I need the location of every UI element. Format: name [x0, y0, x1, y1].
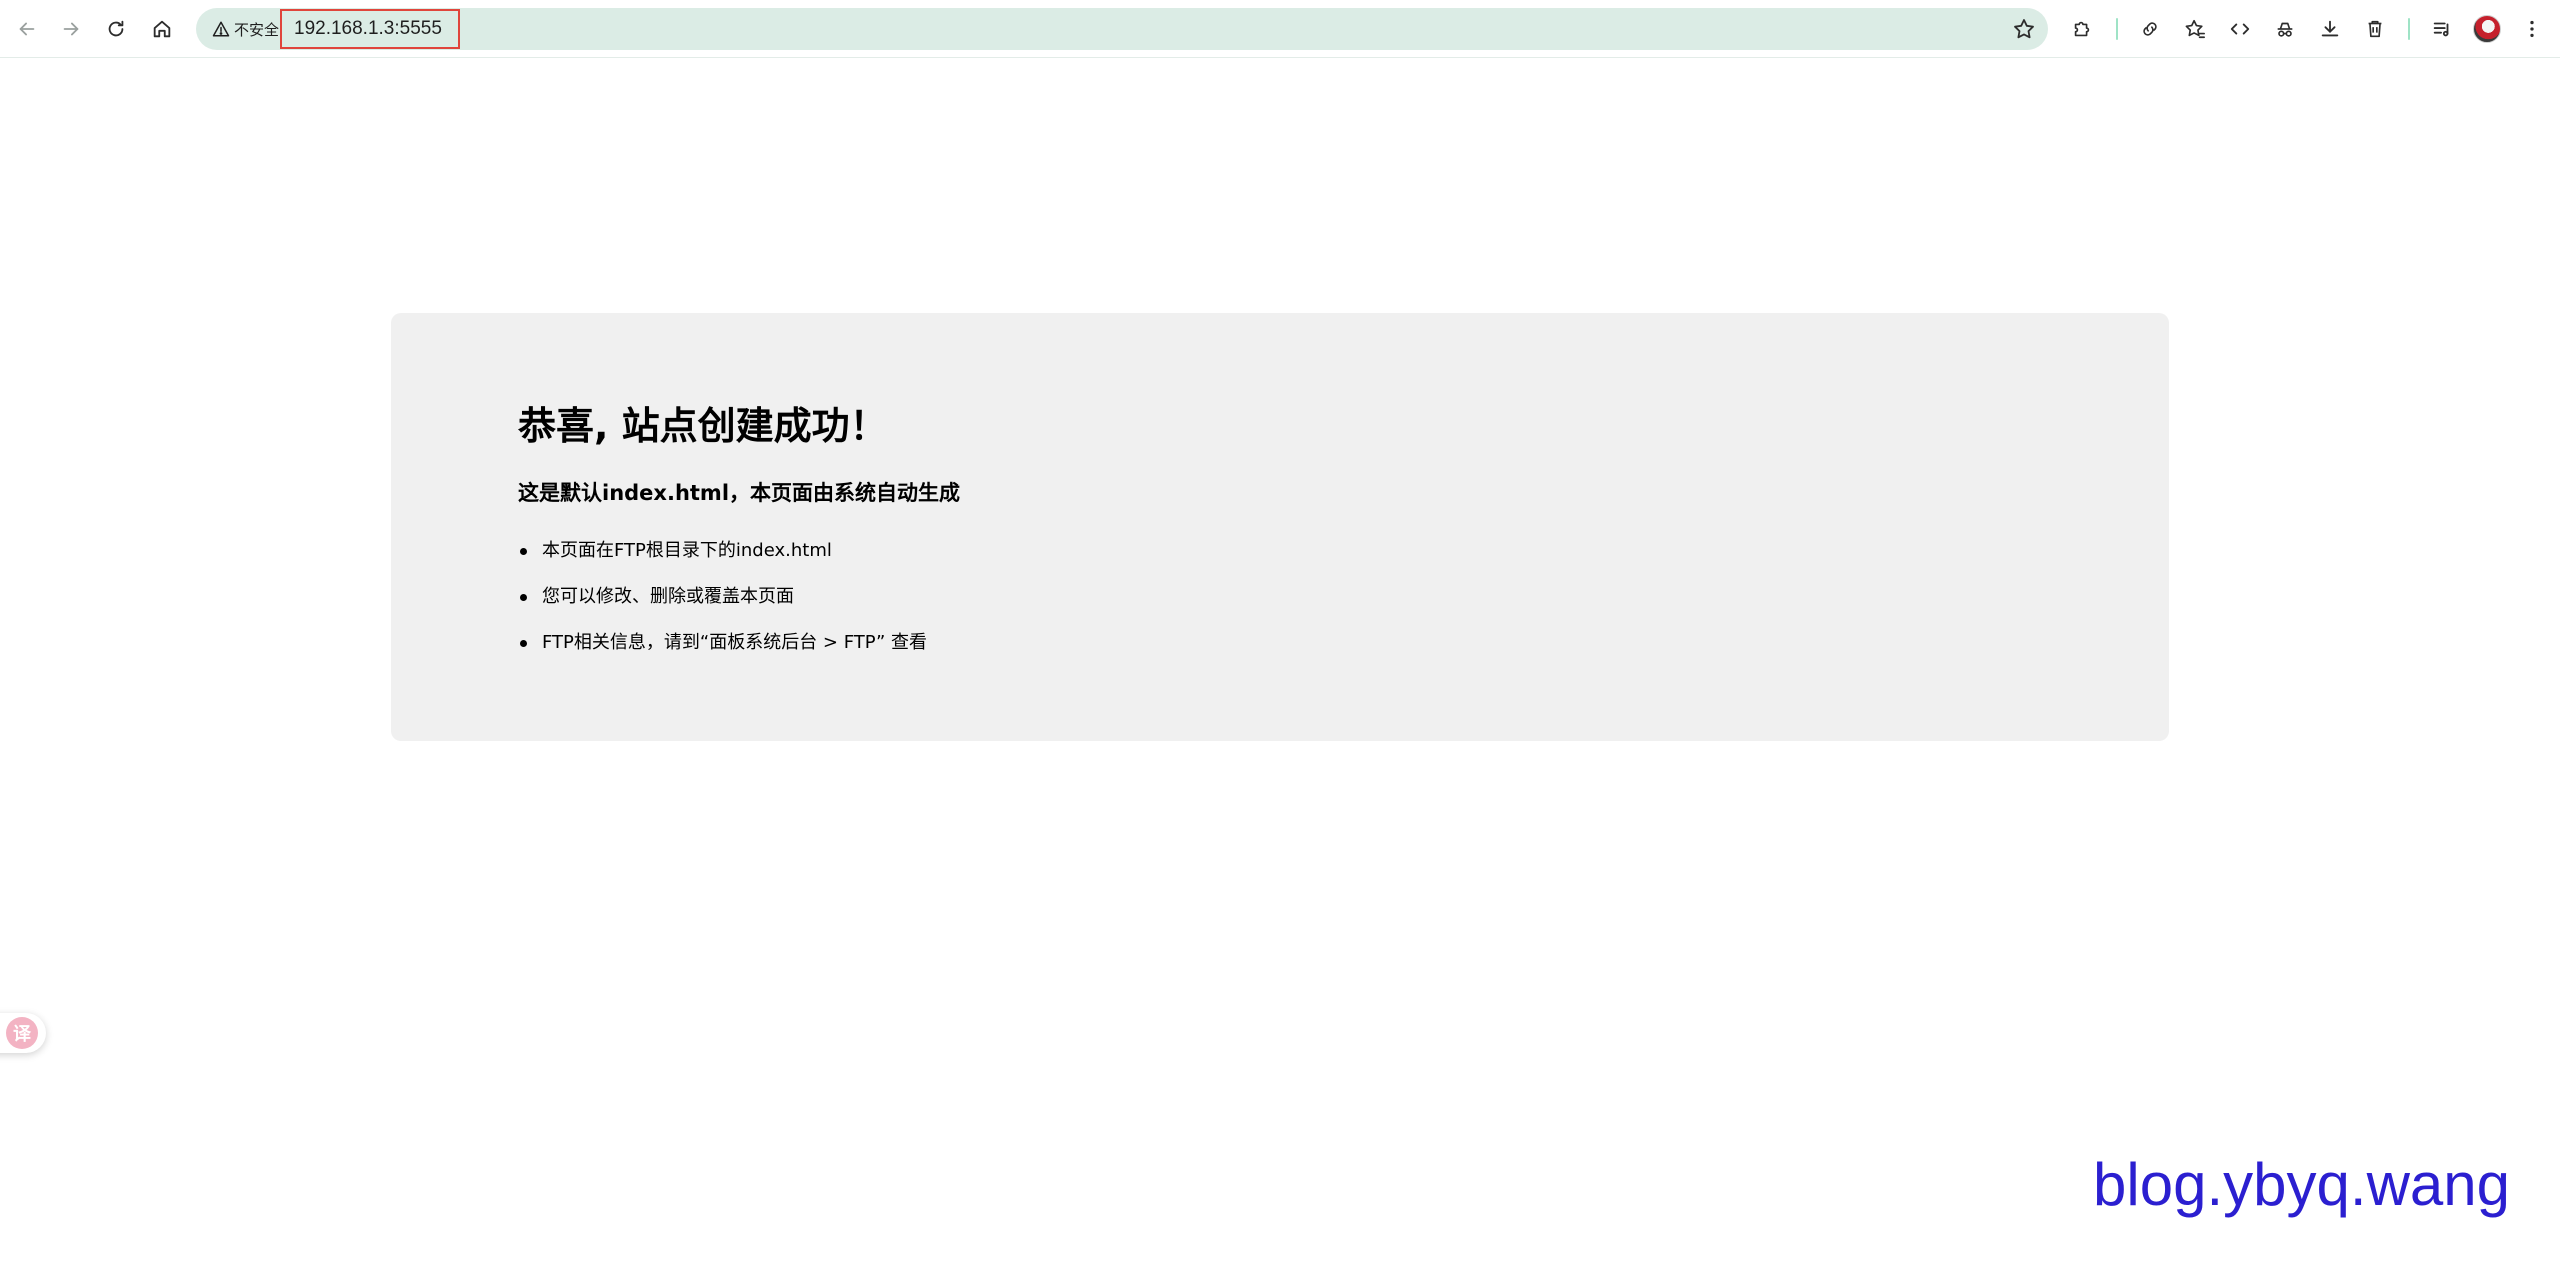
toolbar-divider: [2408, 18, 2410, 40]
media-button[interactable]: [2428, 15, 2456, 43]
star-list-icon: [2185, 19, 2205, 39]
media-queue-icon: [2433, 22, 2449, 37]
warning-triangle-icon: [212, 21, 230, 37]
home-button[interactable]: [145, 12, 179, 46]
back-arrow-icon: [19, 22, 35, 36]
puzzle-icon: [2074, 21, 2090, 37]
incognito-icon: [2277, 22, 2293, 37]
forward-arrow-icon: [63, 22, 79, 36]
list-item: 您可以修改、删除或覆盖本页面: [518, 585, 927, 631]
page-subtitle: 这是默认index.html，本页面由系统自动生成: [518, 481, 961, 505]
translate-icon[interactable]: 译: [6, 1017, 38, 1049]
delete-button[interactable]: [2361, 15, 2389, 43]
list-item: 本页面在FTP根目录下的index.html: [518, 539, 927, 585]
kebab-menu-icon: [2530, 20, 2534, 38]
menu-button[interactable]: [2518, 15, 2546, 43]
forward-button[interactable]: [54, 12, 88, 46]
list-item-text: 您可以修改、删除或覆盖本页面: [542, 586, 794, 607]
devtools-button[interactable]: [2226, 15, 2254, 43]
security-indicator[interactable]: 不安全: [206, 15, 285, 43]
incognito-button[interactable]: [2271, 15, 2299, 43]
list-item-text: FTP相关信息，请到“面板系统后台 > FTP” 查看: [542, 632, 928, 653]
welcome-card: 恭喜, 站点创建成功！ 这是默认index.html，本页面由系统自动生成 本页…: [391, 313, 2169, 741]
profile-avatar[interactable]: [2473, 15, 2501, 43]
url-text[interactable]: 192.168.1.3:5555: [294, 18, 442, 40]
download-icon: [2321, 20, 2339, 37]
copy-link-button[interactable]: [2136, 15, 2164, 43]
page-title: 恭喜, 站点创建成功！: [518, 404, 888, 448]
reload-icon: [108, 20, 124, 37]
browser-toolbar: 不安全 192.168.1.3:5555: [0, 0, 2560, 58]
downloads-button[interactable]: [2316, 15, 2344, 43]
address-bar[interactable]: 不安全 192.168.1.3:5555: [196, 8, 2048, 50]
watermark-text: blog.ybyq.wang: [2093, 1151, 2510, 1218]
star-icon[interactable]: [2012, 17, 2036, 41]
security-label: 不安全: [234, 20, 280, 39]
translate-widget[interactable]: 译: [0, 1013, 46, 1053]
toolbar-divider: [2116, 18, 2118, 40]
reload-button[interactable]: [99, 12, 133, 46]
info-list: 本页面在FTP根目录下的index.html 您可以修改、删除或覆盖本页面 FT…: [518, 539, 927, 677]
home-icon: [153, 20, 171, 38]
code-icon: [2230, 23, 2250, 35]
url-highlight-box[interactable]: 192.168.1.3:5555: [280, 9, 460, 49]
list-item-text: 本页面在FTP根目录下的index.html: [542, 540, 832, 561]
bullet-icon: [520, 594, 527, 601]
link-icon: [2143, 22, 2157, 36]
back-button[interactable]: [10, 12, 44, 46]
list-item: FTP相关信息，请到“面板系统后台 > FTP” 查看: [518, 631, 927, 677]
bookmarks-button[interactable]: [2181, 15, 2209, 43]
trash-icon: [2368, 20, 2382, 38]
bullet-icon: [520, 548, 527, 555]
extensions-button[interactable]: [2068, 15, 2096, 43]
bullet-icon: [520, 640, 527, 647]
